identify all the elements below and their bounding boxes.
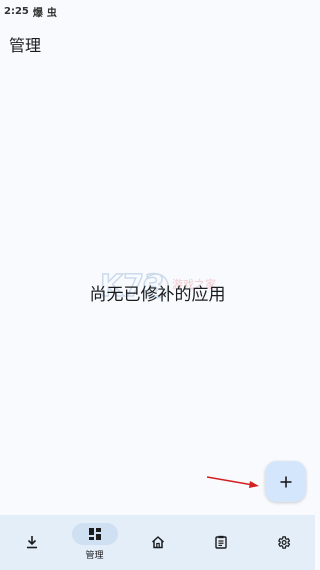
nav-item-download[interactable] [0,515,63,570]
status-bug-icon: 虫 [46,7,57,19]
add-app-button[interactable] [265,461,306,502]
dashboard-icon [88,528,101,540]
nav-label-manage: 管理 [85,551,104,561]
gear-icon [278,535,291,549]
clipboard-icon [214,535,227,549]
nav-item-manage[interactable]: 管理 [63,515,126,570]
home-icon [151,536,164,549]
status-time: 2:25 [4,5,29,17]
status-bar: 2:25 爆 虫 [0,0,315,22]
bottom-navigation: 管理 [0,515,315,570]
nav-item-home[interactable] [126,515,189,570]
download-icon [26,536,37,549]
status-notification-icon: 爆 [32,7,43,19]
page-title: 管理 [9,36,42,55]
plus-icon [280,476,291,487]
annotation-arrow [206,476,259,488]
empty-state-message: 尚无已修补的应用 [89,285,226,305]
nav-item-settings[interactable] [252,515,315,570]
nav-item-logs[interactable] [189,515,252,570]
